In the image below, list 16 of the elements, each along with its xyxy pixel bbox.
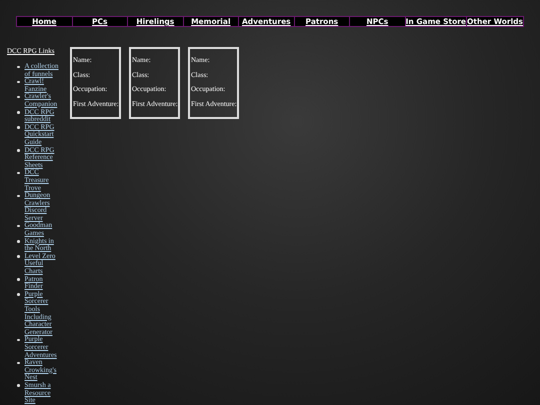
bullet-icon [17, 278, 20, 281]
bullet-icon [17, 384, 20, 387]
bullet-icon [17, 172, 20, 174]
bullet-icon [17, 293, 20, 296]
bullet-icon [17, 255, 20, 258]
bullet-icon [17, 149, 20, 152]
bullet-icon [17, 240, 20, 243]
bullet-icon [17, 224, 20, 228]
bullet-icon [17, 194, 20, 198]
bullet-icon [17, 111, 20, 114]
bullet-icon [17, 66, 20, 68]
bullet-icon [17, 338, 20, 342]
bullet-icon [17, 362, 20, 364]
bullet-icon [17, 96, 20, 98]
bullet-icon [17, 80, 20, 84]
bullet-icon [17, 126, 20, 129]
